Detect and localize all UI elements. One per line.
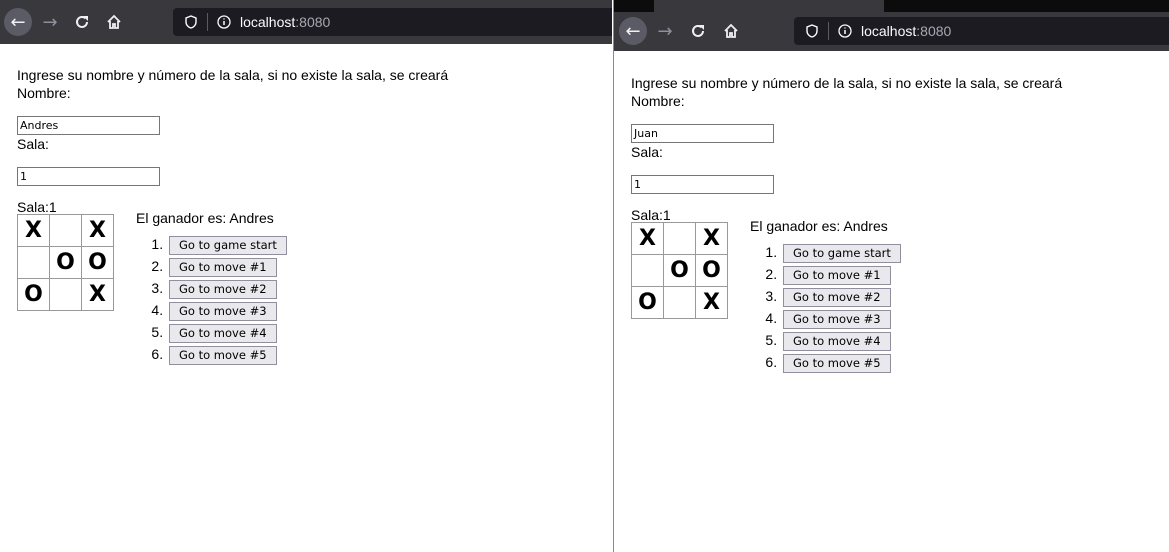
- intro-text: Ingrese su nombre y número de la sala, s…: [631, 75, 1063, 91]
- move-button[interactable]: Go to game start: [783, 244, 901, 263]
- page-content: Ingrese su nombre y número de la sala, s…: [17, 66, 448, 389]
- move-item: Go to move #2: [781, 287, 901, 309]
- board-square[interactable]: O: [631, 286, 664, 319]
- move-button[interactable]: Go to move #2: [783, 288, 891, 307]
- board-square[interactable]: O: [695, 254, 728, 287]
- url-text: localhost:8080: [240, 14, 330, 30]
- move-item: Go to move #4: [781, 331, 901, 353]
- info-icon[interactable]: [216, 15, 232, 29]
- browser-toolbar: ← → localhost:8080: [614, 12, 1169, 51]
- board-square[interactable]: X: [81, 278, 114, 311]
- browser-tab[interactable]: [654, 0, 884, 12]
- name-input[interactable]: Juan: [631, 124, 774, 143]
- game-area: Sala:1 X X O O O X El ganador es: Andres…: [17, 199, 448, 389]
- move-button[interactable]: Go to move #1: [169, 258, 277, 277]
- board-square[interactable]: X: [631, 222, 664, 255]
- move-item: Go to move #2: [167, 279, 287, 301]
- game-board: X X O O O X: [17, 214, 114, 311]
- winner-status: El ganador es: Andres: [136, 210, 274, 226]
- board-square[interactable]: X: [695, 222, 728, 255]
- intro-text: Ingrese su nombre y número de la sala, s…: [17, 67, 449, 83]
- move-list: Go to game start Go to move #1 Go to mov…: [136, 235, 287, 367]
- move-button[interactable]: Go to move #3: [169, 302, 277, 321]
- move-button[interactable]: Go to move #1: [783, 266, 891, 285]
- browser-window-left: ← → localhost:8080 Ingrese su nombre y n…: [0, 0, 612, 552]
- info-icon[interactable]: [837, 24, 853, 38]
- board-square[interactable]: X: [81, 214, 114, 247]
- url-host: localhost: [861, 23, 917, 39]
- game-info: El ganador es: Andres Go to game start G…: [136, 209, 287, 367]
- winner-status: El ganador es: Andres: [750, 218, 888, 234]
- move-item: Go to game start: [781, 243, 901, 265]
- url-port: :8080: [916, 23, 952, 39]
- move-button[interactable]: Go to move #4: [169, 324, 277, 343]
- move-item: Go to move #3: [781, 309, 901, 331]
- board-square[interactable]: [663, 222, 696, 255]
- board-square[interactable]: [663, 286, 696, 319]
- board-square[interactable]: [17, 246, 50, 279]
- tab-strip: [614, 0, 1169, 12]
- name-input[interactable]: Andres: [17, 116, 160, 135]
- move-button[interactable]: Go to move #4: [783, 332, 891, 351]
- board-square[interactable]: O: [49, 246, 82, 279]
- move-item: Go to game start: [167, 235, 287, 257]
- board-square[interactable]: [631, 254, 664, 287]
- room-input[interactable]: 1: [631, 175, 774, 194]
- room-input[interactable]: 1: [17, 167, 160, 186]
- url-bar[interactable]: localhost:8080: [173, 8, 612, 36]
- board-square[interactable]: O: [17, 278, 50, 311]
- board-square[interactable]: O: [663, 254, 696, 287]
- name-label: Nombre:: [631, 93, 685, 109]
- move-item: Go to move #1: [167, 257, 287, 279]
- page-content: Ingrese su nombre y número de la sala, s…: [631, 74, 1062, 397]
- board-square[interactable]: X: [695, 286, 728, 319]
- forward-arrow-icon[interactable]: →: [651, 17, 679, 45]
- url-separator: [207, 13, 208, 31]
- url-bar[interactable]: localhost:8080: [794, 17, 1169, 45]
- move-item: Go to move #4: [167, 323, 287, 345]
- board-square[interactable]: X: [17, 214, 50, 247]
- room-label: Sala:: [17, 136, 49, 152]
- back-arrow-icon[interactable]: ←: [619, 17, 647, 45]
- move-button[interactable]: Go to game start: [169, 236, 287, 255]
- back-arrow-icon[interactable]: ←: [4, 8, 32, 36]
- board-square[interactable]: [49, 214, 82, 247]
- board-square[interactable]: [49, 278, 82, 311]
- browser-window-right: ← → localhost:8080 Ingrese su nombre y n…: [613, 0, 1169, 552]
- game-area: Sala:1 X X O O O X El ganador es: Andres…: [631, 207, 1062, 397]
- move-button[interactable]: Go to move #5: [783, 354, 891, 373]
- move-item: Go to move #5: [781, 353, 901, 375]
- move-button[interactable]: Go to move #2: [169, 280, 277, 299]
- name-label: Nombre:: [17, 85, 71, 101]
- reload-icon[interactable]: [684, 17, 712, 45]
- move-item: Go to move #5: [167, 345, 287, 367]
- url-separator: [828, 22, 829, 40]
- shield-icon[interactable]: [804, 24, 820, 38]
- reload-icon[interactable]: [68, 8, 96, 36]
- room-label: Sala:: [631, 144, 663, 160]
- game-info: El ganador es: Andres Go to game start G…: [750, 217, 901, 375]
- home-icon[interactable]: [100, 8, 128, 36]
- move-list: Go to game start Go to move #1 Go to mov…: [750, 243, 901, 375]
- url-text: localhost:8080: [861, 23, 951, 39]
- board-square[interactable]: O: [81, 246, 114, 279]
- forward-arrow-icon[interactable]: →: [36, 8, 64, 36]
- browser-toolbar: ← → localhost:8080: [0, 0, 612, 44]
- move-item: Go to move #3: [167, 301, 287, 323]
- move-item: Go to move #1: [781, 265, 901, 287]
- move-button[interactable]: Go to move #5: [169, 346, 277, 365]
- game-board: X X O O O X: [631, 222, 728, 319]
- url-port: :8080: [295, 14, 331, 30]
- home-icon[interactable]: [717, 17, 745, 45]
- shield-icon[interactable]: [183, 15, 199, 29]
- move-button[interactable]: Go to move #3: [783, 310, 891, 329]
- url-host: localhost: [240, 14, 296, 30]
